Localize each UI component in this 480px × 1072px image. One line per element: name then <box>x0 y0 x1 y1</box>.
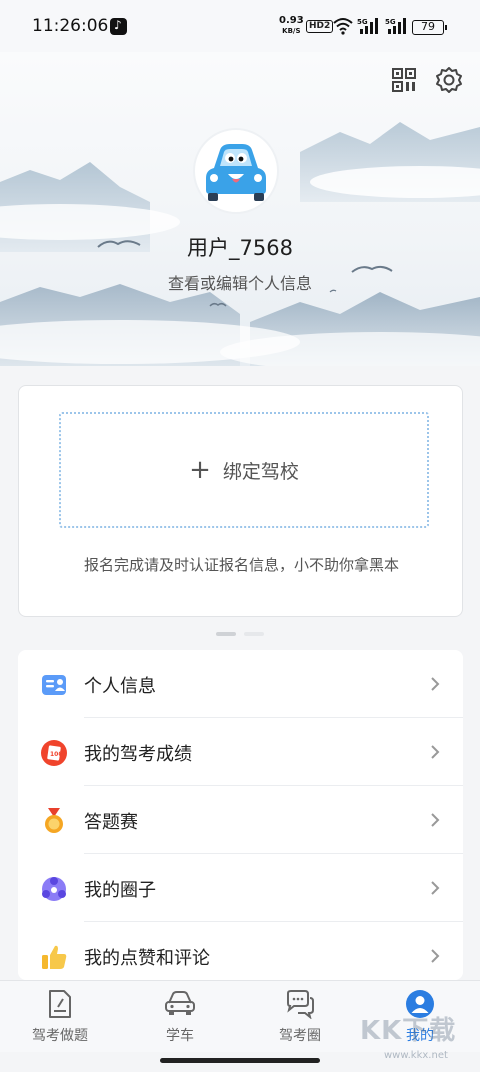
chat-bubbles-icon <box>287 990 314 1019</box>
car-icon <box>165 991 195 1015</box>
chevron-right-icon <box>431 949 440 963</box>
menu-item-quiz-contest[interactable]: 答题赛 <box>18 786 463 854</box>
hd-voice-badge: HD2 <box>306 20 334 33</box>
thumbs-up-icon <box>42 945 67 969</box>
tab-exam-practice[interactable]: 驾考做题 <box>0 981 120 1053</box>
menu-item-label: 个人信息 <box>84 676 156 697</box>
cell-signal-2-icon: 5G <box>385 18 406 34</box>
watermark-url: www.kkx.net <box>384 1050 448 1061</box>
exam-paper-icon <box>49 990 71 1018</box>
network-speed: 0.93 KB/S <box>279 16 304 36</box>
bind-hint-text: 报名完成请及时认证报名信息，小不助你拿黑本 <box>83 556 399 574</box>
chevron-right-icon <box>431 745 440 759</box>
tab-label: 学车 <box>166 1028 194 1044</box>
circle-group-icon <box>42 877 66 901</box>
menu-item-personal-info[interactable]: 个人信息 <box>18 650 463 718</box>
medal-icon <box>45 808 63 833</box>
gear-icon[interactable] <box>435 66 463 94</box>
bind-driving-school-card: + 绑定驾校 报名完成请及时认证报名信息，小不助你拿黑本 <box>18 385 463 617</box>
network-speed-unit: KB/S <box>282 27 301 35</box>
signal-1-label: 5G <box>357 18 368 26</box>
wifi-icon <box>333 18 353 35</box>
bind-driving-school-button[interactable]: + 绑定驾校 <box>59 412 429 528</box>
pager-dot <box>244 632 264 636</box>
qr-code-icon[interactable] <box>392 68 416 92</box>
username[interactable]: 用户_7568 <box>0 232 480 262</box>
svg-text:100: 100 <box>50 751 63 758</box>
plus-icon: + <box>189 455 211 485</box>
car-mascot-avatar-icon <box>206 144 266 201</box>
menu-item-label: 答题赛 <box>84 812 138 833</box>
edit-profile-link[interactable]: 查看或编辑个人信息 <box>0 270 480 294</box>
watermark-logo: KK下载 <box>360 1016 457 1046</box>
chevron-right-icon <box>431 813 440 827</box>
chevron-right-icon <box>431 677 440 691</box>
avatar[interactable] <box>193 128 279 214</box>
tab-learn-driving[interactable]: 学车 <box>120 981 240 1053</box>
menu-item-likes-comments[interactable]: 我的点赞和评论 <box>18 922 463 980</box>
score-report-icon: 100 <box>41 740 67 766</box>
bind-driving-school-label: 绑定驾校 <box>222 460 299 483</box>
profile-banner: 用户_7568 查看或编辑个人信息 <box>0 52 480 366</box>
network-speed-value: 0.93 <box>279 15 304 26</box>
tiktok-notification-icon <box>110 18 127 35</box>
id-card-icon <box>42 675 66 695</box>
pager-dot-active <box>216 632 236 636</box>
tab-exam-circle[interactable]: 驾考圈 <box>240 981 360 1053</box>
home-indicator[interactable] <box>160 1058 320 1063</box>
chevron-right-icon <box>431 881 440 895</box>
cell-signal-1-icon: 5G <box>357 18 378 34</box>
profile-menu: 个人信息 100 我的驾考成绩 答题赛 我的圈子 我的点赞和评论 <box>18 650 463 980</box>
signal-2-label: 5G <box>385 18 396 26</box>
menu-item-my-circles[interactable]: 我的圈子 <box>18 854 463 922</box>
tab-label: 驾考圈 <box>279 1028 321 1044</box>
menu-item-exam-scores[interactable]: 100 我的驾考成绩 <box>18 718 463 786</box>
menu-item-label: 我的圈子 <box>84 880 156 901</box>
battery-indicator: 79 <box>412 20 447 35</box>
menu-item-label: 我的点赞和评论 <box>84 948 210 969</box>
menu-item-label: 我的驾考成绩 <box>84 744 192 765</box>
tab-label: 驾考做题 <box>32 1028 88 1044</box>
status-time: 11:26:06 <box>32 16 109 36</box>
status-bar: 11:26:06 0.93 KB/S HD2 5G 5G 79 <box>0 0 480 52</box>
